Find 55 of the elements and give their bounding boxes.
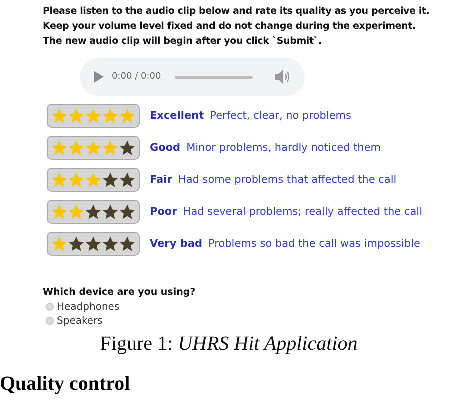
star-icon: [68, 236, 85, 252]
star-rating-button[interactable]: [47, 136, 140, 160]
star-icon: [119, 140, 136, 156]
star-icon: [119, 236, 136, 252]
star-icon: [85, 140, 102, 156]
instruction-text: The new audio clip will begin after you click `Submit`.: [43, 35, 323, 49]
rating-label: Excellent: [150, 110, 204, 122]
instruction-text: Keep your volume level fixed and do not change during the experiment.: [43, 20, 417, 34]
star-icon: [85, 236, 102, 252]
option-label[interactable]: Speakers: [57, 316, 103, 326]
radio-button[interactable]: [46, 317, 54, 325]
question-label: Which device are you using?: [43, 286, 197, 300]
instruction-text: Please listen to the audio clip below and rate its quality as you perceive it.: [43, 5, 431, 19]
star-rating-button[interactable]: [47, 232, 140, 256]
star-icon: [68, 108, 85, 124]
star-icon: [51, 140, 68, 156]
rating-description: Had some problems that affected the call: [178, 174, 397, 186]
rating-label: Fair: [150, 174, 172, 186]
star-icon: [85, 172, 102, 188]
rating-description: Problems so bad the call was impossible: [208, 238, 420, 250]
radio-button[interactable]: [46, 303, 54, 311]
option-label[interactable]: Headphones: [57, 302, 120, 312]
star-icon: [51, 204, 68, 220]
star-icon: [119, 204, 136, 220]
star-icon: [102, 204, 119, 220]
rating-description: Minor problems, hardly noticed them: [186, 142, 382, 154]
star-icon: [51, 172, 68, 188]
star-icon: [51, 108, 68, 124]
star-icon: [102, 172, 119, 188]
star-rating-button[interactable]: [47, 200, 140, 224]
audio-player[interactable]: 0:00 / 0:00: [80, 58, 305, 96]
rating-description: Had several problems; really affected the call: [183, 206, 423, 218]
star-icon: [68, 204, 85, 220]
star-icon: [68, 172, 85, 188]
star-icon: [68, 140, 85, 156]
star-icon: [102, 108, 119, 124]
volume-icon[interactable]: [275, 70, 291, 84]
rating-label: Poor: [150, 206, 178, 218]
star-icon: [51, 236, 68, 252]
star-icon: [85, 204, 102, 220]
star-icon: [119, 108, 136, 124]
section-heading: Quality control: [0, 373, 130, 395]
progress-track[interactable]: [175, 76, 253, 78]
rating-description: Perfect, clear, no problems: [210, 110, 352, 122]
figure-caption: Figure 1: UHRS Hit Application: [100, 333, 358, 355]
star-icon: [85, 108, 102, 124]
star-icon: [102, 140, 119, 156]
star-rating-button[interactable]: [47, 104, 140, 128]
star-icon: [102, 236, 119, 252]
rating-label: Very bad: [150, 238, 202, 250]
play-icon[interactable]: [94, 71, 104, 83]
star-icon: [119, 172, 136, 188]
rating-label: Good: [150, 142, 181, 154]
time-display: 0:00 / 0:00: [112, 72, 162, 82]
star-rating-button[interactable]: [47, 168, 140, 192]
